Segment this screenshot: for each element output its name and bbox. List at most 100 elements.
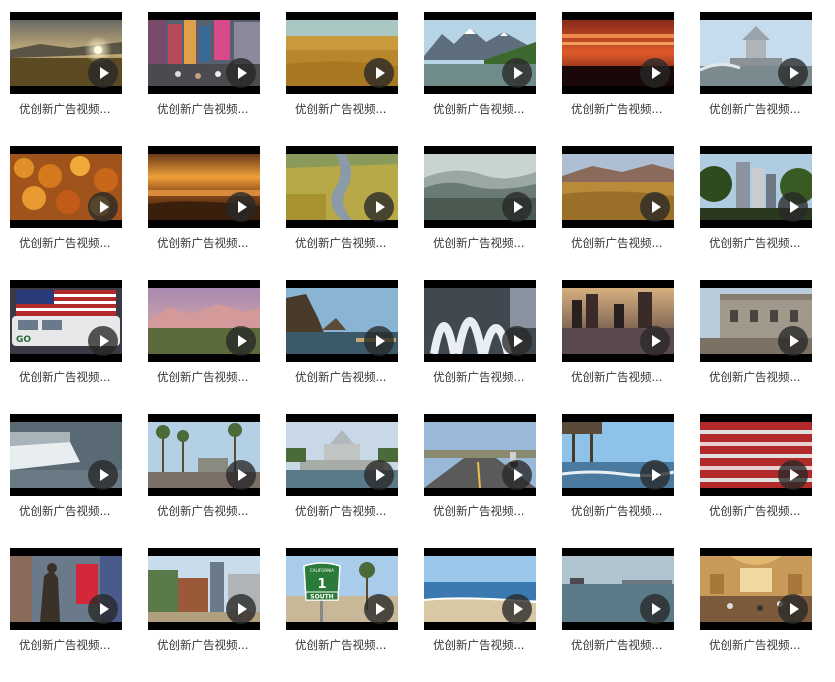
video-title[interactable]: 优创新广告视频... [571, 370, 671, 384]
play-icon[interactable] [226, 594, 256, 624]
video-thumbnail[interactable] [148, 280, 260, 362]
video-thumbnail[interactable] [700, 548, 812, 630]
video-card[interactable]: 优创新广告视频... [424, 146, 536, 280]
play-icon[interactable] [364, 460, 394, 490]
play-icon[interactable] [88, 460, 118, 490]
video-title[interactable]: 优创新广告视频... [571, 504, 671, 518]
video-card[interactable]: 优创新广告视频... [700, 12, 812, 146]
video-card[interactable]: 优创新广告视频... [148, 146, 260, 280]
play-icon[interactable] [778, 326, 808, 356]
video-title[interactable]: 优创新广告视频... [157, 236, 257, 250]
video-card[interactable]: 优创新广告视频... [10, 12, 122, 146]
video-card[interactable]: 优创新广告视频... [10, 146, 122, 280]
video-card[interactable]: 优创新广告视频... [10, 548, 122, 682]
video-title[interactable]: 优创新广告视频... [571, 638, 671, 652]
play-icon[interactable] [364, 192, 394, 222]
video-thumbnail[interactable]: GO [10, 280, 122, 362]
video-title[interactable]: 优创新广告视频... [709, 370, 809, 384]
play-icon[interactable] [778, 192, 808, 222]
video-card[interactable]: 优创新广告视频... [562, 280, 674, 414]
video-thumbnail[interactable] [562, 146, 674, 228]
video-card[interactable]: 优创新广告视频... [424, 414, 536, 548]
video-card[interactable]: 优创新广告视频... [424, 12, 536, 146]
video-title[interactable]: 优创新广告视频... [709, 236, 809, 250]
video-thumbnail[interactable] [148, 12, 260, 94]
play-icon[interactable] [88, 326, 118, 356]
play-icon[interactable] [88, 58, 118, 88]
video-card[interactable]: 优创新广告视频... [700, 146, 812, 280]
video-title[interactable]: 优创新广告视频... [295, 236, 395, 250]
video-thumbnail[interactable] [286, 146, 398, 228]
play-icon[interactable] [778, 594, 808, 624]
video-thumbnail[interactable] [424, 12, 536, 94]
play-icon[interactable] [640, 58, 670, 88]
play-icon[interactable] [502, 192, 532, 222]
video-title[interactable]: 优创新广告视频... [295, 370, 395, 384]
video-title[interactable]: 优创新广告视频... [433, 102, 533, 116]
play-icon[interactable] [226, 192, 256, 222]
video-card[interactable]: 优创新广告视频... [562, 414, 674, 548]
video-thumbnail[interactable] [286, 414, 398, 496]
video-thumbnail[interactable] [424, 414, 536, 496]
video-thumbnail[interactable] [700, 146, 812, 228]
play-icon[interactable] [778, 460, 808, 490]
video-thumbnail[interactable] [286, 12, 398, 94]
video-thumbnail[interactable] [700, 12, 812, 94]
video-thumbnail[interactable] [562, 414, 674, 496]
video-card[interactable]: 优创新广告视频... [424, 280, 536, 414]
play-icon[interactable] [640, 460, 670, 490]
video-title[interactable]: 优创新广告视频... [709, 504, 809, 518]
play-icon[interactable] [778, 58, 808, 88]
video-title[interactable]: 优创新广告视频... [295, 102, 395, 116]
play-icon[interactable] [226, 326, 256, 356]
video-card[interactable]: 优创新广告视频... [700, 548, 812, 682]
video-title[interactable]: 优创新广告视频... [433, 236, 533, 250]
video-thumbnail[interactable] [700, 414, 812, 496]
video-card[interactable]: CALIFORNIA 1 SOUTH 优创新广告视频... [286, 548, 398, 682]
video-title[interactable]: 优创新广告视频... [19, 504, 119, 518]
video-thumbnail[interactable] [424, 146, 536, 228]
video-card[interactable]: 优创新广告视频... [286, 146, 398, 280]
video-thumbnail[interactable] [424, 548, 536, 630]
video-thumbnail[interactable] [10, 146, 122, 228]
video-title[interactable]: 优创新广告视频... [19, 236, 119, 250]
video-thumbnail[interactable] [148, 548, 260, 630]
video-thumbnail[interactable] [286, 280, 398, 362]
play-icon[interactable] [502, 58, 532, 88]
video-thumbnail[interactable] [148, 414, 260, 496]
video-card[interactable]: 优创新广告视频... [562, 146, 674, 280]
play-icon[interactable] [226, 58, 256, 88]
video-thumbnail[interactable] [148, 146, 260, 228]
video-title[interactable]: 优创新广告视频... [433, 638, 533, 652]
play-icon[interactable] [364, 326, 394, 356]
video-card[interactable]: 优创新广告视频... [700, 280, 812, 414]
video-title[interactable]: 优创新广告视频... [709, 638, 809, 652]
video-thumbnail[interactable]: CALIFORNIA 1 SOUTH [286, 548, 398, 630]
play-icon[interactable] [640, 192, 670, 222]
video-title[interactable]: 优创新广告视频... [157, 638, 257, 652]
video-thumbnail[interactable] [10, 414, 122, 496]
video-thumbnail[interactable] [700, 280, 812, 362]
video-title[interactable]: 优创新广告视频... [571, 102, 671, 116]
play-icon[interactable] [226, 460, 256, 490]
video-thumbnail[interactable] [424, 280, 536, 362]
video-card[interactable]: 优创新广告视频... [148, 280, 260, 414]
video-title[interactable]: 优创新广告视频... [19, 370, 119, 384]
video-thumbnail[interactable] [10, 548, 122, 630]
video-card[interactable]: 优创新广告视频... [424, 548, 536, 682]
video-title[interactable]: 优创新广告视频... [433, 370, 533, 384]
play-icon[interactable] [364, 58, 394, 88]
play-icon[interactable] [502, 594, 532, 624]
video-thumbnail[interactable] [562, 548, 674, 630]
video-card[interactable]: 优创新广告视频... [148, 548, 260, 682]
video-title[interactable]: 优创新广告视频... [295, 504, 395, 518]
video-card[interactable]: 优创新广告视频... [148, 12, 260, 146]
video-title[interactable]: 优创新广告视频... [709, 102, 809, 116]
play-icon[interactable] [88, 192, 118, 222]
video-title[interactable]: 优创新广告视频... [157, 102, 257, 116]
video-title[interactable]: 优创新广告视频... [571, 236, 671, 250]
play-icon[interactable] [502, 460, 532, 490]
video-thumbnail[interactable] [562, 280, 674, 362]
play-icon[interactable] [640, 594, 670, 624]
play-icon[interactable] [88, 594, 118, 624]
